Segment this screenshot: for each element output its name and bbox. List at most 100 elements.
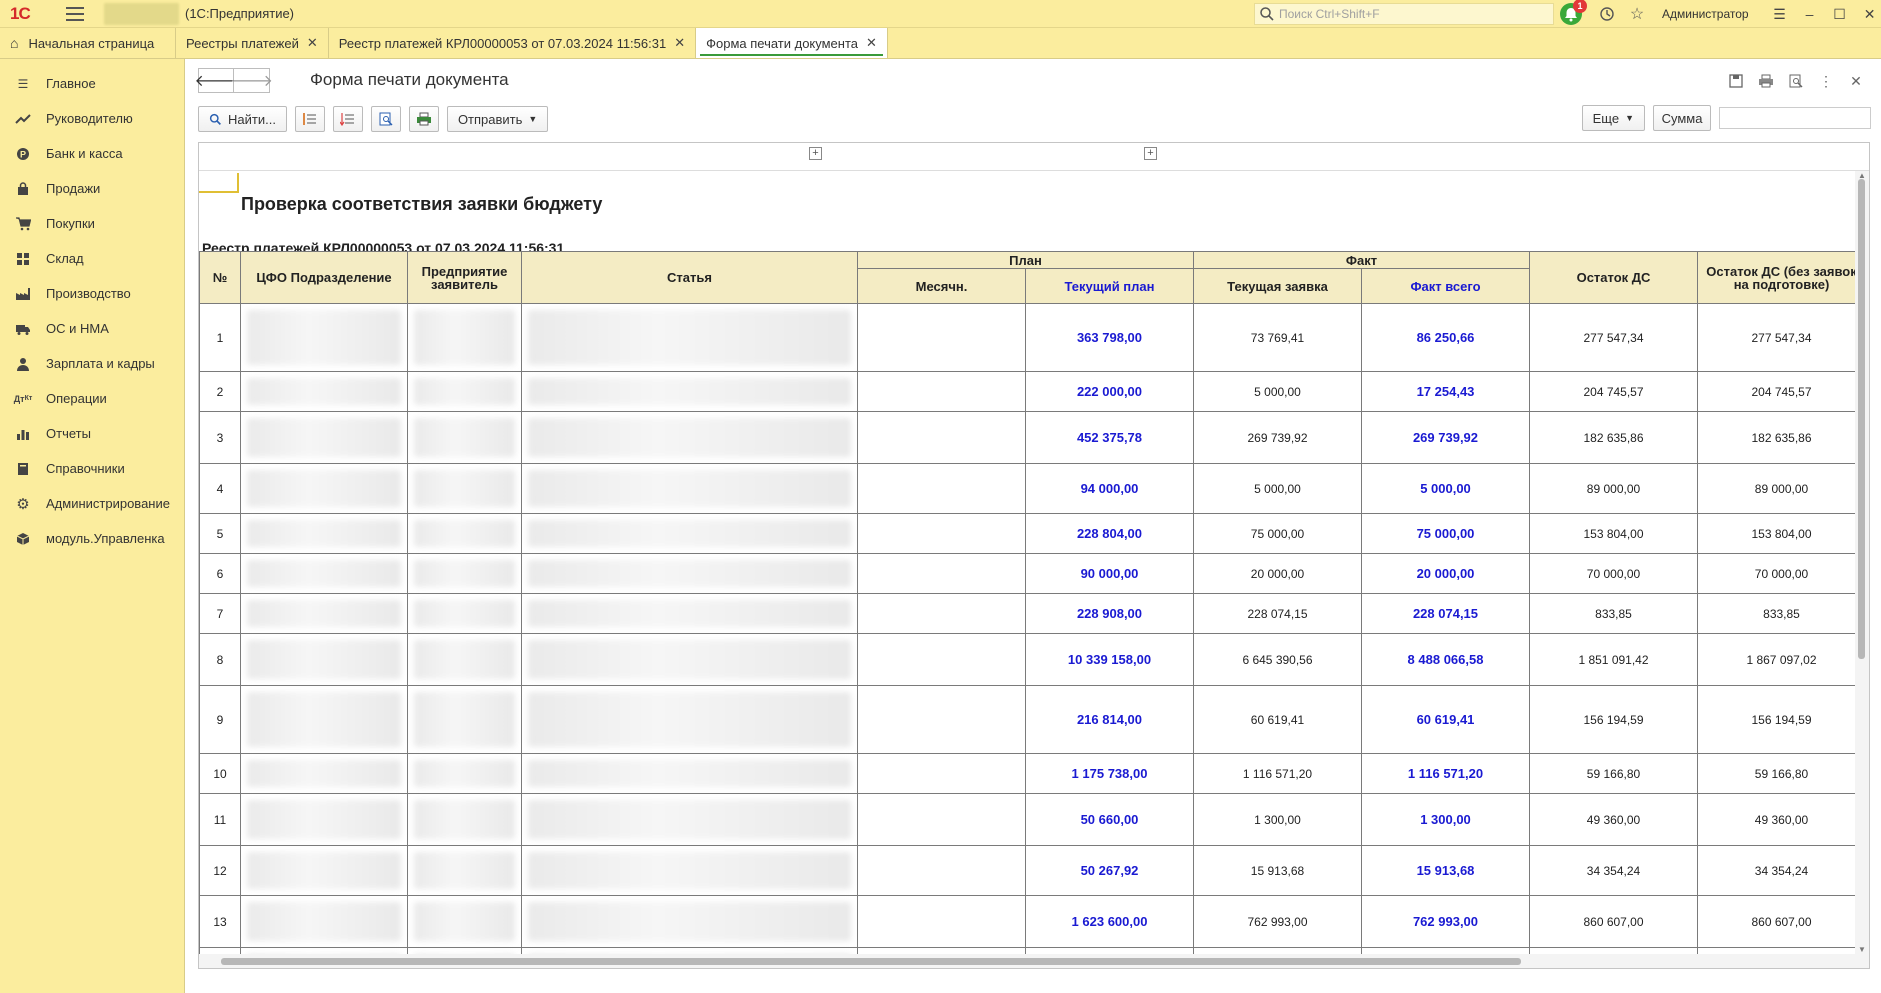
current-request-cell[interactable]: 75 000,00 xyxy=(1193,513,1362,554)
current-request-cell[interactable]: 6 645 390,56 xyxy=(1193,633,1362,686)
current-request-cell[interactable]: 15 913,68 xyxy=(1193,845,1362,896)
balance-cell[interactable]: 34 354,24 xyxy=(1529,845,1698,896)
current-request-cell[interactable]: 5 000,00 xyxy=(1193,463,1362,514)
balance-cell[interactable]: 59 166,80 xyxy=(1529,753,1698,794)
expand-groups-button[interactable] xyxy=(332,106,363,132)
current-plan-cell[interactable]: 222 000,00 xyxy=(1025,371,1194,412)
sum-field[interactable] xyxy=(1719,107,1871,129)
cfo-cell-blurred[interactable] xyxy=(240,895,408,948)
vertical-scrollbar[interactable]: ▲ ▼ xyxy=(1855,171,1869,954)
enterprise-cell-blurred[interactable] xyxy=(407,463,522,514)
fact-total-cell[interactable]: 228 074,15 xyxy=(1361,593,1530,634)
balance-cell[interactable]: 204 745,57 xyxy=(1529,371,1698,412)
send-button[interactable]: Отправить ▼ xyxy=(446,106,549,132)
article-cell-blurred[interactable] xyxy=(521,411,858,464)
current-request-cell[interactable]: 269 739,92 xyxy=(1193,411,1362,464)
balance-no-req-cell[interactable]: 204 745,57 xyxy=(1697,371,1866,412)
balance-cell[interactable]: 277 547,34 xyxy=(1529,303,1698,372)
current-request-cell[interactable]: 1 116 571,20 xyxy=(1193,753,1362,794)
balance-cell[interactable]: 1 851 091,42 xyxy=(1529,633,1698,686)
row-number-cell[interactable]: 13 xyxy=(199,895,241,948)
cfo-cell-blurred[interactable] xyxy=(240,553,408,594)
fact-total-cell[interactable]: 1 300,00 xyxy=(1361,793,1530,846)
article-cell-blurred[interactable] xyxy=(521,553,858,594)
balance-cell[interactable]: 860 607,00 xyxy=(1529,895,1698,948)
current-request-cell[interactable]: 20 000,00 xyxy=(1193,553,1362,594)
close-form-icon[interactable]: ✕ xyxy=(1841,71,1871,91)
sidebar-item-director[interactable]: Руководителю xyxy=(0,101,184,136)
balance-no-req-cell[interactable]: 89 000,00 xyxy=(1697,463,1866,514)
horizontal-scrollbar[interactable] xyxy=(199,954,1869,968)
article-cell-blurred[interactable] xyxy=(521,753,858,794)
row-number-cell[interactable]: 8 xyxy=(199,633,241,686)
sidebar-item-bank[interactable]: Р Банк и касса xyxy=(0,136,184,171)
tab-print-form[interactable]: Форма печати документа ✕ xyxy=(696,28,888,58)
cfo-cell-blurred[interactable] xyxy=(240,371,408,412)
balance-cell[interactable]: 833,85 xyxy=(1529,593,1698,634)
sum-button[interactable]: Сумма xyxy=(1653,105,1711,131)
forward-button[interactable]: 🡒 xyxy=(230,67,273,93)
fact-total-cell[interactable]: 15 913,68 xyxy=(1361,845,1530,896)
current-request-cell[interactable]: 762 993,00 xyxy=(1193,895,1362,948)
balance-cell[interactable]: 156 194,59 xyxy=(1529,685,1698,754)
enterprise-cell-blurred[interactable] xyxy=(407,793,522,846)
monthly-cell[interactable] xyxy=(857,411,1026,464)
current-user[interactable]: Администратор xyxy=(1662,7,1749,21)
row-number-cell[interactable]: 5 xyxy=(199,513,241,554)
current-request-cell[interactable]: 228 074,15 xyxy=(1193,593,1362,634)
row-number-cell[interactable]: 4 xyxy=(199,463,241,514)
cfo-cell-blurred[interactable] xyxy=(240,753,408,794)
row-number-cell[interactable]: 2 xyxy=(199,371,241,412)
article-cell-blurred[interactable] xyxy=(521,633,858,686)
enterprise-cell-blurred[interactable] xyxy=(407,553,522,594)
current-plan-cell[interactable]: 228 908,00 xyxy=(1025,593,1194,634)
tab-payment-registers[interactable]: Реестры платежей ✕ xyxy=(176,28,329,58)
current-plan-cell[interactable]: 1 175 738,00 xyxy=(1025,753,1194,794)
back-button[interactable]: 🡐 xyxy=(195,67,237,93)
article-cell-blurred[interactable] xyxy=(521,513,858,554)
current-request-cell[interactable]: 73 769,41 xyxy=(1193,303,1362,372)
balance-no-req-cell[interactable]: 182 635,86 xyxy=(1697,411,1866,464)
row-number-cell[interactable]: 6 xyxy=(199,553,241,594)
balance-no-req-cell[interactable]: 59 166,80 xyxy=(1697,753,1866,794)
enterprise-cell-blurred[interactable] xyxy=(407,411,522,464)
favorites-star-icon[interactable]: ☆ xyxy=(1626,3,1648,25)
article-cell-blurred[interactable] xyxy=(521,593,858,634)
close-tab-icon[interactable]: ✕ xyxy=(866,35,877,51)
monthly-cell[interactable] xyxy=(857,895,1026,948)
balance-cell[interactable]: 49 360,00 xyxy=(1529,793,1698,846)
settings-menu-icon[interactable]: ☰ xyxy=(1765,0,1795,28)
minimize-icon[interactable]: – xyxy=(1795,0,1825,28)
cfo-cell-blurred[interactable] xyxy=(240,463,408,514)
sidebar-item-administration[interactable]: ⚙ Администрирование xyxy=(0,486,184,521)
enterprise-cell-blurred[interactable] xyxy=(407,845,522,896)
balance-cell[interactable]: 153 804,00 xyxy=(1529,513,1698,554)
balance-no-req-cell[interactable]: 34 354,24 xyxy=(1697,845,1866,896)
row-number-cell[interactable]: 7 xyxy=(199,593,241,634)
print-button[interactable] xyxy=(408,106,439,132)
balance-cell[interactable]: 182 635,86 xyxy=(1529,411,1698,464)
current-request-cell[interactable]: 1 300,00 xyxy=(1193,793,1362,846)
maximize-icon[interactable]: ☐ xyxy=(1825,0,1855,28)
balance-no-req-cell[interactable]: 1 867 097,02 xyxy=(1697,633,1866,686)
balance-no-req-cell[interactable]: 70 000,00 xyxy=(1697,553,1866,594)
article-cell-blurred[interactable] xyxy=(521,685,858,754)
monthly-cell[interactable] xyxy=(857,303,1026,372)
monthly-cell[interactable] xyxy=(857,633,1026,686)
cfo-cell-blurred[interactable] xyxy=(240,513,408,554)
more-button[interactable]: Еще ▼ xyxy=(1581,105,1645,131)
current-plan-cell[interactable]: 363 798,00 xyxy=(1025,303,1194,372)
global-search-input[interactable]: Поиск Ctrl+Shift+F xyxy=(1254,3,1554,25)
enterprise-cell-blurred[interactable] xyxy=(407,303,522,372)
monthly-cell[interactable] xyxy=(857,463,1026,514)
enterprise-cell-blurred[interactable] xyxy=(407,895,522,948)
notifications-bell-icon[interactable]: 1 xyxy=(1560,0,1587,25)
collapse-groups-button[interactable] xyxy=(294,106,325,132)
cfo-cell-blurred[interactable] xyxy=(240,303,408,372)
fact-total-cell[interactable]: 1 116 571,20 xyxy=(1361,753,1530,794)
cfo-cell-blurred[interactable] xyxy=(240,593,408,634)
sidebar-item-operations[interactable]: Дт Кт Операции xyxy=(0,381,184,416)
spreadsheet-document[interactable]: + + Проверка соответствия заявки бюджету… xyxy=(198,142,1870,969)
sidebar-item-warehouse[interactable]: Склад xyxy=(0,241,184,276)
article-cell-blurred[interactable] xyxy=(521,895,858,948)
